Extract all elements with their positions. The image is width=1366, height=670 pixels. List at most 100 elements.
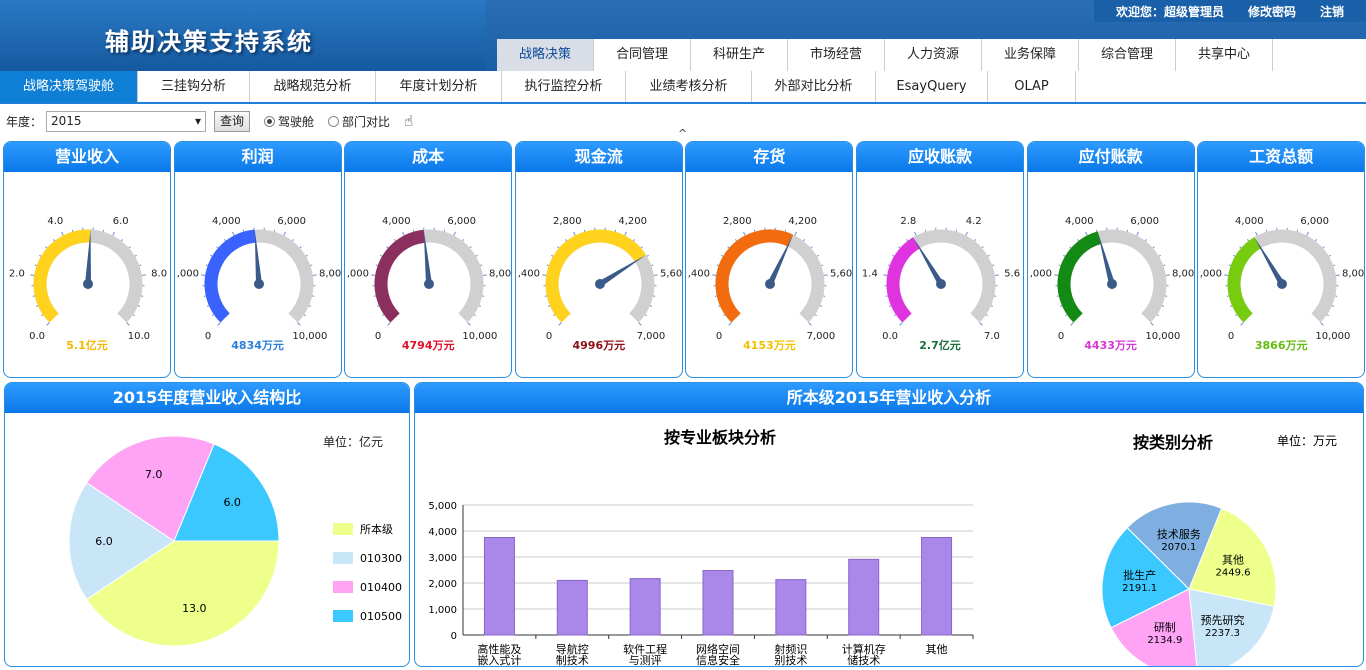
pie-value-label: 2449.6 [1216,567,1251,578]
gauge-title: 成本 [345,142,512,172]
gauge-tick [402,231,405,236]
gauge-value: 5.1亿元 [66,339,108,352]
radio-cockpit[interactable]: 驾驶舱 [264,113,314,130]
gauge-tick [1333,264,1336,267]
main-tab-3[interactable]: 市场经营 [788,39,885,71]
app-title: 辅助决策支持系统 [105,27,313,56]
year-select[interactable]: 2015 ▾ [46,110,207,132]
bar[interactable] [848,558,880,636]
gauge-tick [1069,322,1074,326]
main-tab-1[interactable]: 合同管理 [594,39,691,71]
collapse-caret-icon[interactable]: ^ [678,127,687,140]
gauge-tick [242,229,244,232]
unit-label-right: 单位：万元 [1277,433,1337,448]
gauge-needle [598,255,646,287]
gauge-tick [102,229,105,232]
gauge-tick [981,246,984,249]
gauge-tick [785,229,787,232]
gauge-tick [469,246,472,249]
gauge-fill [1227,237,1262,323]
sub-tab-5[interactable]: 业绩考核分析 [626,71,752,102]
bar[interactable] [556,579,588,636]
gauge-tick [1233,254,1236,257]
gauge-tick [206,305,209,307]
gauge-tick [128,246,131,249]
gauge-tick [39,254,42,257]
gauge-tick-label: ,400 [688,269,710,280]
pie-category-label: 研制 [1154,621,1176,634]
gauge-tick [296,322,301,326]
sub-tab-0[interactable]: 战略决策驾驶舱 [0,71,138,102]
gauge-tick [979,322,983,326]
gauge-tick-label: 8.0 [151,269,167,280]
gauge-tick [1306,231,1310,236]
bar[interactable] [483,537,515,636]
gauge-tick [718,305,721,307]
bar[interactable] [629,578,661,636]
gauge-tick [1095,229,1097,232]
main-tab-5[interactable]: 业务保障 [982,39,1079,71]
main-tab-7[interactable]: 共享中心 [1176,39,1273,71]
gauge-tick-label: 6.0 [113,216,129,227]
pie-value-label: 2191.1 [1122,583,1157,594]
radio-department[interactable]: 部门对比 [328,113,390,130]
main-tab-0[interactable]: 战略决策 [497,39,594,71]
gauge-fill [374,229,426,323]
sub-tab-3[interactable]: 年度计划分析 [376,71,502,102]
sub-tab-2[interactable]: 战略规范分析 [250,71,376,102]
bar[interactable] [775,579,807,636]
gauge-tick-label: ,400 [518,269,540,280]
hand-pointer-icon[interactable]: ☝ [404,112,413,130]
revenue-structure-title: 2015年度营业收入结构比 [5,383,409,413]
gauge-tick [121,239,124,242]
gauge-tick [1068,246,1072,249]
main-tab-2[interactable]: 科研生产 [691,39,788,71]
gauge-tick [308,305,311,307]
gauge-tick-label: 5,60 [660,269,682,280]
revenue-structure-panel: 2015年度营业收入结构比 单位：亿元 13.0 6.0 7.0 6.0 所本级 0103… [4,382,410,667]
sub-tab-6[interactable]: 外部对比分析 [752,71,876,102]
change-password-link[interactable]: 修改密码 [1248,3,1296,20]
logout-link[interactable]: 注销 [1320,3,1344,20]
welcome-text: 欢迎您：超级管理员 [1115,4,1224,19]
gauge-tick [1058,264,1061,267]
gauge-tick [475,254,479,257]
gauge-tick [453,231,457,236]
gauge-tick [924,229,927,232]
gauge-tick [743,231,747,236]
gauge-tick [1240,322,1245,326]
gauge-tick [723,314,726,317]
gauge-tick [34,264,37,267]
gauge-tick-label: 8,00 [319,269,341,280]
gauge-tick [371,274,376,276]
gauge-tick [1161,305,1164,307]
gauge-tick [200,274,205,276]
sub-tab-8[interactable]: OLAP [988,71,1076,102]
gauge-tick [223,239,226,242]
gauge-tick [71,229,74,232]
gauge-hub [765,279,776,289]
gauge-tick [653,274,658,276]
sub-tab-7[interactable]: EsayQuery [876,71,988,102]
gauge-value: 4433万元 [1084,339,1137,352]
gauge-value: 4153万元 [743,339,796,352]
gauge-tick [564,239,567,242]
sub-tab-4[interactable]: 执行监控分析 [502,71,626,102]
gauge-tick-label: 8,00 [489,269,511,280]
pie-category-label: 技术服务 [1157,528,1201,541]
gauge-tick [583,229,586,232]
main-tab-6[interactable]: 综合管理 [1079,39,1176,71]
legend-swatch [333,581,353,593]
gauge-tick-label: 1.4 [862,269,878,280]
bar[interactable] [702,570,734,636]
gauge-title: 应收账款 [857,142,1023,172]
gauge-tick [712,274,717,276]
sub-tab-1[interactable]: 三挂钩分析 [138,71,250,102]
gauge-tick [821,264,824,267]
gauge-tick [35,305,39,307]
query-button[interactable]: 查询 [214,110,251,132]
gauge-tick [443,229,446,232]
bar[interactable] [921,537,953,636]
main-tab-4[interactable]: 人力资源 [885,39,982,71]
gauge-tick [721,254,724,257]
